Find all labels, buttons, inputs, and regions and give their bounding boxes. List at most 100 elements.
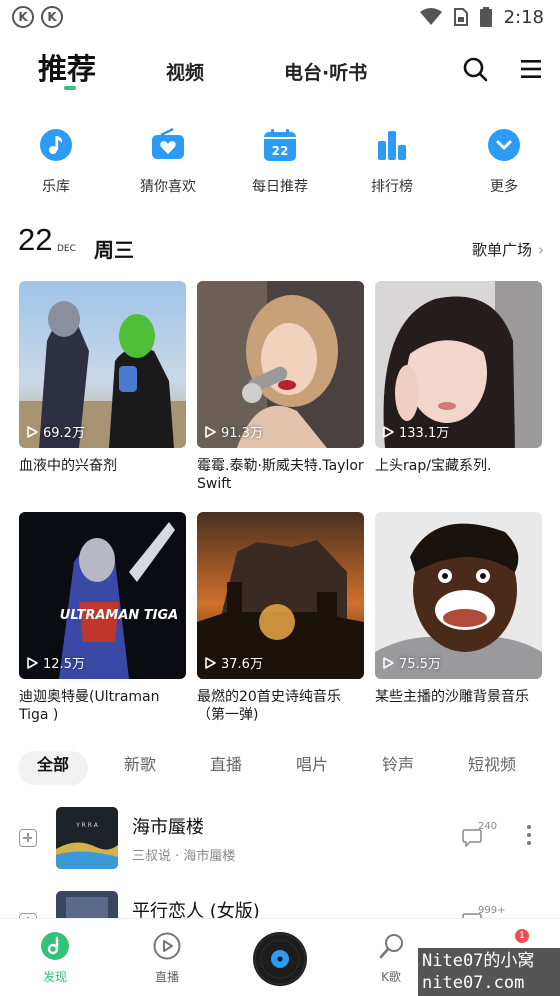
disc-icon xyxy=(254,933,306,985)
calendar-day-text: 22 xyxy=(272,144,289,158)
playlist-cover: 37.6万 xyxy=(197,512,364,679)
play-icon xyxy=(205,425,216,438)
discover-icon xyxy=(41,932,69,960)
now-playing-disc[interactable] xyxy=(253,932,307,986)
cover-text: ULTRAMAN TIGA xyxy=(60,608,178,623)
playlist-title: 血液中的兴奋剂 xyxy=(19,458,117,474)
quick-entry-label: 排行榜 xyxy=(371,179,413,195)
playlist-title: 迪迦奥特曼(Ultraman Tiga ) xyxy=(19,689,160,723)
battery-icon xyxy=(479,7,492,27)
quick-entry-label: 每日推荐 xyxy=(252,179,308,195)
quick-entry-library[interactable]: 乐库 xyxy=(11,128,101,196)
play-count-value: 75.5万 xyxy=(399,657,441,672)
menu-icon[interactable] xyxy=(519,56,545,82)
active-tab-indicator xyxy=(64,86,76,90)
comment-count: 999+ xyxy=(478,905,506,916)
comment-count: 240 xyxy=(478,821,498,832)
playlist-card[interactable]: 69.2万 血液中的兴奋剂 xyxy=(19,281,186,475)
notification-badge: 1 xyxy=(515,929,529,943)
date-day: 22 xyxy=(18,222,53,257)
chevron-down-circle-icon xyxy=(488,129,520,161)
song-cover: Y R R A xyxy=(56,807,118,869)
quick-entry-charts[interactable]: 排行榜 xyxy=(347,128,437,196)
play-icon xyxy=(205,656,216,669)
filter-live[interactable]: 直播 xyxy=(198,751,254,785)
search-icon[interactable] xyxy=(462,56,488,82)
date-weekday: 周三 xyxy=(94,238,134,262)
play-count: 69.2万 xyxy=(27,422,85,441)
quick-entry-more[interactable]: 更多 xyxy=(459,128,549,196)
tab-video[interactable]: 视频 xyxy=(166,58,204,85)
watermark-line: nite07.com xyxy=(422,973,525,993)
playlist-card[interactable]: 91.3万 霉霉.泰勒·斯威夫特.Taylor Swift xyxy=(197,281,364,493)
play-count-value: 12.5万 xyxy=(43,657,85,672)
playlist-title: 最燃的20首史诗纯音乐（第一弹) xyxy=(197,689,341,723)
filter-albums[interactable]: 唱片 xyxy=(284,751,340,785)
playlist-cover: 75.5万 xyxy=(375,512,542,679)
wifi-icon xyxy=(419,8,442,25)
add-to-playlist-icon[interactable] xyxy=(19,829,37,847)
play-icon xyxy=(27,425,38,438)
microphone-icon xyxy=(379,934,403,959)
song-row[interactable]: Y R R A 海市蜃楼 三叔说 · 海市蜃楼 240 xyxy=(0,807,560,877)
play-icon xyxy=(383,656,394,669)
play-count-value: 37.6万 xyxy=(221,657,263,672)
play-count: 37.6万 xyxy=(205,653,263,672)
play-count: 75.5万 xyxy=(383,653,441,672)
watermark: Nite07的小窝 nite07.com xyxy=(418,948,560,996)
play-icon xyxy=(27,656,38,669)
play-count: 91.3万 xyxy=(205,422,263,441)
playlist-card[interactable]: 133.1万 上头rap/宝藏系列. xyxy=(375,281,542,475)
k-app-icon: K xyxy=(12,6,34,28)
tab-recommend[interactable]: 推荐 xyxy=(38,46,96,88)
cover-text: Y R R A xyxy=(75,822,99,829)
watermark-line: Nite07的小窝 xyxy=(422,951,535,971)
quick-entry-label: 更多 xyxy=(490,179,518,195)
play-count-value: 133.1万 xyxy=(399,426,450,441)
playlist-cover: 133.1万 xyxy=(375,281,542,448)
live-play-icon xyxy=(153,932,181,960)
filter-short-videos[interactable]: 短视频 xyxy=(464,751,520,785)
radio-heart-icon xyxy=(152,127,184,159)
playlist-title: 某些主播的沙雕背景音乐 xyxy=(375,689,529,705)
tab-label: K歌 xyxy=(381,970,401,984)
chevron-right-icon: › xyxy=(538,241,544,259)
song-name: 海市蜃楼 xyxy=(132,817,204,838)
quick-entry-daily-recommend[interactable]: 22 每日推荐 xyxy=(235,128,325,196)
playlist-card[interactable]: 75.5万 某些主播的沙雕背景音乐 xyxy=(375,512,542,706)
playlist-square-label: 歌单广场 xyxy=(471,241,532,259)
tab-live[interactable]: 直播 xyxy=(132,931,202,985)
playlist-card[interactable]: ULTRAMAN TIGA 12.5万 迪迦奥特曼(Ultraman Tiga … xyxy=(19,512,186,724)
tab-discover[interactable]: 发现 xyxy=(20,931,90,985)
tab-karaoke[interactable]: K歌 xyxy=(356,931,426,985)
tab-label: 发现 xyxy=(42,970,67,984)
ranking-bars-icon xyxy=(378,131,406,160)
playlist-title: 上头rap/宝藏系列. xyxy=(375,458,492,474)
play-count: 133.1万 xyxy=(383,422,449,441)
quick-entry-guess-you-like[interactable]: 猜你喜欢 xyxy=(123,127,213,196)
quick-entry-label: 猜你喜欢 xyxy=(140,179,196,195)
date-month: DEC xyxy=(57,244,76,254)
playlist-title: 霉霉.泰勒·斯威夫特.Taylor Swift xyxy=(197,458,364,492)
playlist-square-link[interactable]: 歌单广场 › xyxy=(472,239,544,260)
play-icon xyxy=(383,425,394,438)
tab-label: 直播 xyxy=(154,970,179,984)
clock: 2:18 xyxy=(503,6,544,28)
song-artist-album: 三叔说 · 海市蜃楼 xyxy=(132,849,236,864)
playlist-cover: 69.2万 xyxy=(19,281,186,448)
quick-entry-label: 乐库 xyxy=(42,179,70,195)
top-nav: 推荐 视频 电台·听书 xyxy=(0,34,560,104)
playlist-cover: 91.3万 xyxy=(197,281,364,448)
filter-new-songs[interactable]: 新歌 xyxy=(112,751,168,785)
play-count-value: 91.3万 xyxy=(221,426,263,441)
filter-all[interactable]: 全部 xyxy=(18,751,88,785)
filter-ringtones[interactable]: 铃声 xyxy=(370,751,426,785)
playlist-card[interactable]: 37.6万 最燃的20首史诗纯音乐（第一弹) xyxy=(197,512,364,724)
filter-tabs: 全部 新歌 直播 唱片 铃声 短视频 xyxy=(18,751,548,785)
tab-radio-audiobook[interactable]: 电台·听书 xyxy=(284,58,367,85)
more-options-icon[interactable] xyxy=(526,825,532,849)
play-count: 12.5万 xyxy=(27,653,85,672)
playlist-cover: ULTRAMAN TIGA 12.5万 xyxy=(19,512,186,679)
k-app-icon: K xyxy=(41,6,63,28)
sim-icon xyxy=(453,8,468,26)
